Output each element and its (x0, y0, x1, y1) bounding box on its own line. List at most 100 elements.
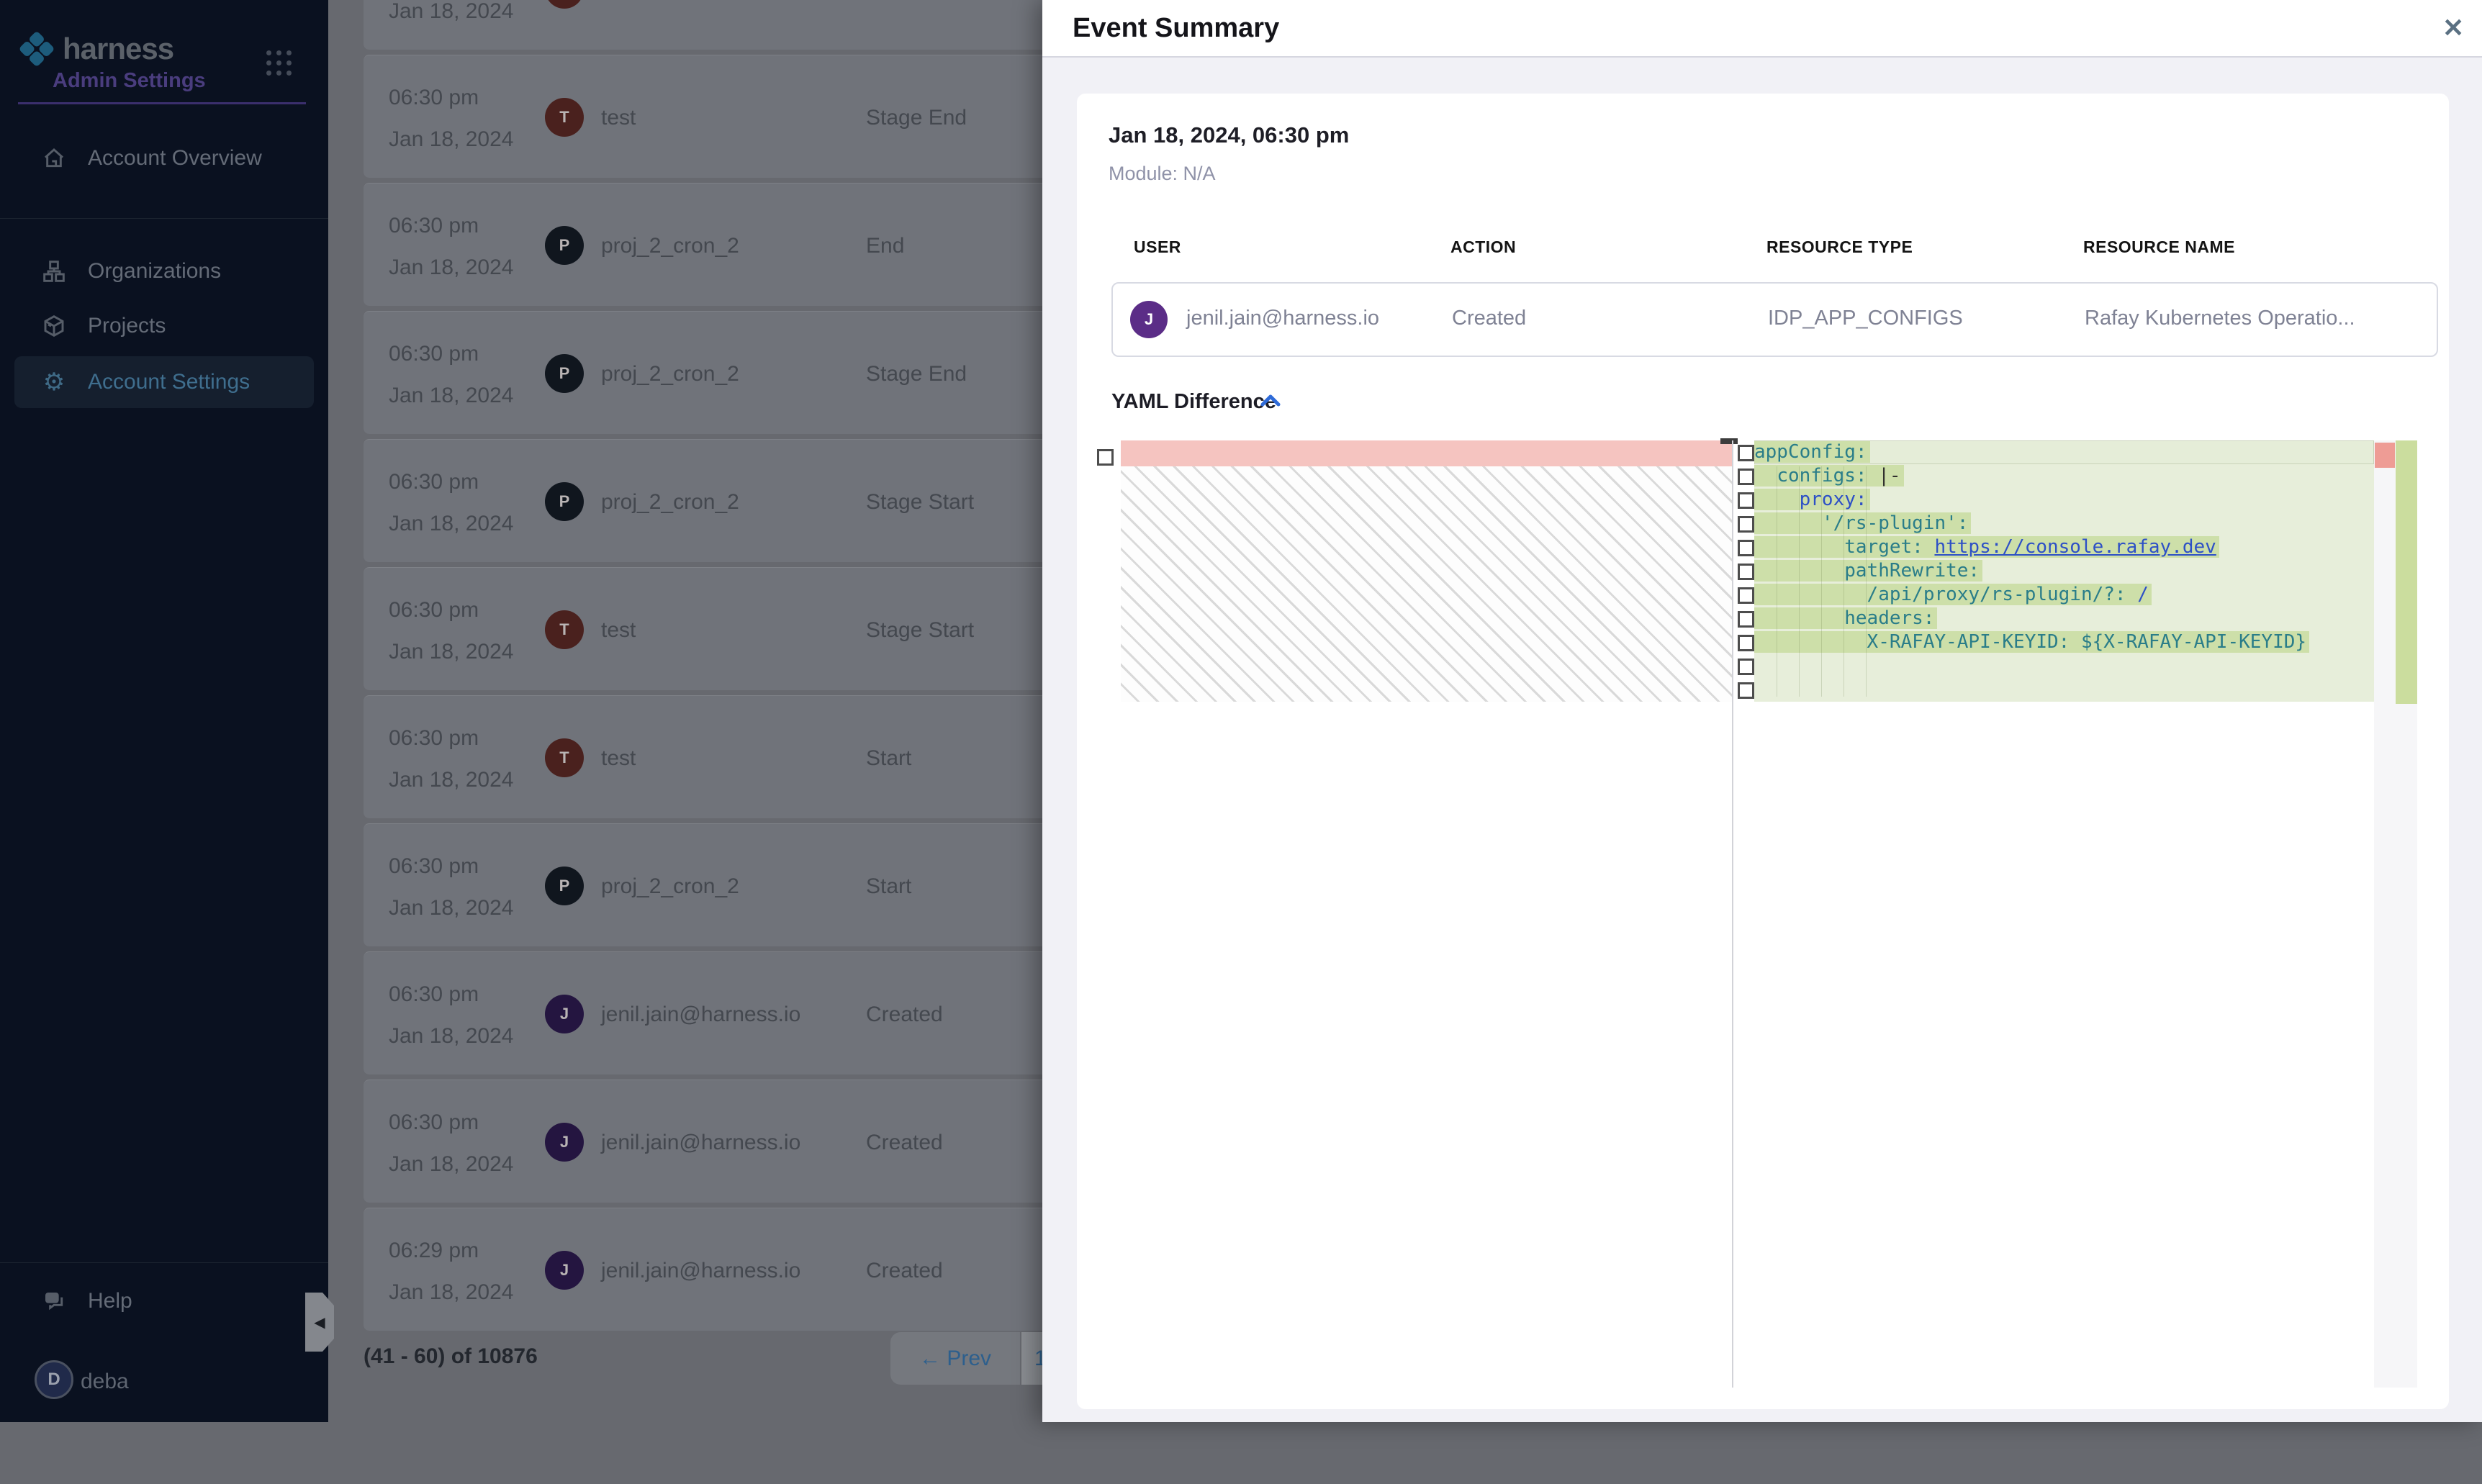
diff-glyph-square (1738, 469, 1754, 485)
event-table-row[interactable]: J jenil.jain@harness.io Created IDP_APP_… (1111, 282, 2438, 357)
row-time: 06:30 pm (389, 726, 479, 751)
row-action: End (866, 0, 904, 2)
harness-logo: harness (18, 30, 173, 68)
row-date: Jan 18, 2024 (389, 896, 513, 920)
audit-row[interactable]: 06:30 pmJan 18, 2024TtestStart (364, 695, 1094, 818)
row-time: 06:30 pm (389, 342, 479, 366)
sidebar-item-help[interactable]: ? Help (14, 1275, 314, 1327)
row-avatar: T (545, 738, 584, 777)
sidebar-item-account-settings[interactable]: ⚙ Account Settings (14, 356, 314, 408)
org-chart-icon (42, 260, 66, 283)
user-avatar: J (1130, 301, 1168, 338)
audit-row[interactable]: 06:30 pmJan 18, 2024TtestStage Start (364, 567, 1094, 690)
sidebar-item-label: Account Overview (88, 146, 262, 171)
row-avatar: J (545, 1251, 584, 1290)
sidebar-item-account-overview[interactable]: Account Overview (14, 132, 314, 184)
row-date: Jan 18, 2024 (389, 384, 513, 408)
app-grid-icon[interactable] (266, 50, 292, 76)
diff-added-line: target: https://console.rafay.dev (1754, 535, 2374, 559)
event-datetime: Jan 18, 2024, 06:30 pm (1109, 122, 1349, 148)
user-avatar[interactable]: D (35, 1360, 73, 1399)
admin-settings-label: Admin Settings (53, 69, 206, 93)
audit-row[interactable]: 06:30 pmJan 18, 2024Pproj_2_cron_2Stage … (364, 439, 1094, 562)
audit-row[interactable]: 06:30 pmJan 18, 2024TtestEnd (364, 0, 1094, 50)
row-avatar: P (545, 482, 584, 521)
diff-glyph-square (1738, 611, 1754, 628)
row-time: 06:30 pm (389, 982, 479, 1007)
chevron-up-icon[interactable] (1260, 393, 1281, 409)
row-user-name: test (601, 0, 636, 2)
diff-added-line: '/rs-plugin': (1754, 512, 2374, 535)
row-user-name: test (601, 618, 636, 643)
divider (0, 218, 328, 219)
row-time: 06:30 pm (389, 214, 479, 238)
row-date: Jan 18, 2024 (389, 1152, 513, 1177)
divider (0, 1262, 328, 1263)
indent-guide (1866, 466, 1867, 697)
row-user-name: proj_2_cron_2 (601, 490, 739, 515)
gear-icon: ⚙ (42, 370, 66, 394)
home-icon (42, 147, 66, 170)
overview-ruler-removed (2375, 443, 2395, 468)
row-user-name: jenil.jain@harness.io (601, 1003, 800, 1027)
cell-resource-type: IDP_APP_CONFIGS (1768, 307, 1963, 330)
diff-sash[interactable] (1732, 440, 1733, 1388)
diff-glyph-square (1738, 516, 1754, 533)
diff-added-panel: appConfig: configs: |- proxy: '/rs-plugi… (1754, 440, 2374, 702)
row-action: Stage Start (866, 618, 974, 643)
sidebar-collapse-handle[interactable]: ◀ (305, 1293, 334, 1352)
diff-added-line (1754, 654, 2374, 678)
row-time: 06:30 pm (389, 1110, 479, 1135)
row-avatar: J (545, 995, 584, 1033)
diff-added-line: proxy: (1754, 488, 2374, 512)
indent-guide (1821, 466, 1822, 697)
audit-row[interactable]: 06:30 pmJan 18, 2024Pproj_2_cron_2End (364, 183, 1094, 306)
diff-glyph-square (1738, 564, 1754, 580)
diff-glyph-square (1738, 445, 1754, 461)
row-user-name: proj_2_cron_2 (601, 874, 739, 899)
cell-action: Created (1452, 307, 1526, 330)
sidebar-item-projects[interactable]: Projects (14, 300, 314, 352)
audit-row[interactable]: 06:29 pmJan 18, 2024Jjenil.jain@harness.… (364, 1208, 1094, 1331)
yaml-diff-editor[interactable]: appConfig: configs: |- proxy: '/rs-plugi… (1077, 440, 2449, 1484)
logo-text: harness (63, 32, 173, 66)
user-name[interactable]: deba (81, 1370, 129, 1394)
prev-page-button[interactable]: ← Prev (890, 1332, 1020, 1385)
row-date: Jan 18, 2024 (389, 127, 513, 152)
row-time: 06:30 pm (389, 470, 479, 494)
help-label: Help (88, 1289, 132, 1313)
row-user-name: proj_2_cron_2 (601, 362, 739, 386)
close-icon[interactable]: ✕ (2442, 13, 2464, 43)
diff-empty-hatch-region (1121, 466, 1733, 702)
audit-row[interactable]: 06:30 pmJan 18, 2024Jjenil.jain@harness.… (364, 1080, 1094, 1203)
sidebar: harness Admin Settings Account Overview … (0, 0, 328, 1422)
audit-row[interactable]: 06:30 pmJan 18, 2024TtestStage End (364, 55, 1094, 178)
diff-added-line: pathRewrite: (1754, 559, 2374, 583)
diff-added-line: appConfig: (1754, 440, 2374, 464)
diff-added-line: /api/proxy/rs-plugin/?: / (1754, 583, 2374, 607)
audit-row[interactable]: 06:30 pmJan 18, 2024Jjenil.jain@harness.… (364, 951, 1094, 1074)
row-time: 06:30 pm (389, 854, 479, 879)
row-date: Jan 18, 2024 (389, 1280, 513, 1305)
harness-logo-icon (18, 30, 55, 68)
overview-ruler-added (2396, 440, 2417, 704)
sidebar-item-label: Organizations (88, 259, 221, 284)
diff-glyph-square (1738, 492, 1754, 509)
diff-glyph-square (1738, 659, 1754, 675)
diff-glyph-square (1738, 635, 1754, 651)
audit-row[interactable]: 06:30 pmJan 18, 2024Pproj_2_cron_2Start (364, 823, 1094, 946)
diff-glyph-square (1738, 682, 1754, 699)
yaml-difference-label[interactable]: YAML Difference (1111, 390, 1276, 414)
sidebar-item-organizations[interactable]: Organizations (14, 245, 314, 297)
row-avatar: T (545, 0, 584, 9)
row-time: 06:30 pm (389, 598, 479, 623)
row-date: Jan 18, 2024 (389, 255, 513, 280)
row-avatar: P (545, 354, 584, 393)
row-date: Jan 18, 2024 (389, 768, 513, 792)
col-header-user: USER (1134, 237, 1181, 257)
row-action: Stage Start (866, 490, 974, 515)
diff-glyph-square (1738, 540, 1754, 556)
audit-row[interactable]: 06:30 pmJan 18, 2024Pproj_2_cron_2Stage … (364, 311, 1094, 434)
row-avatar: T (545, 98, 584, 137)
cell-user: jenil.jain@harness.io (1186, 307, 1379, 330)
